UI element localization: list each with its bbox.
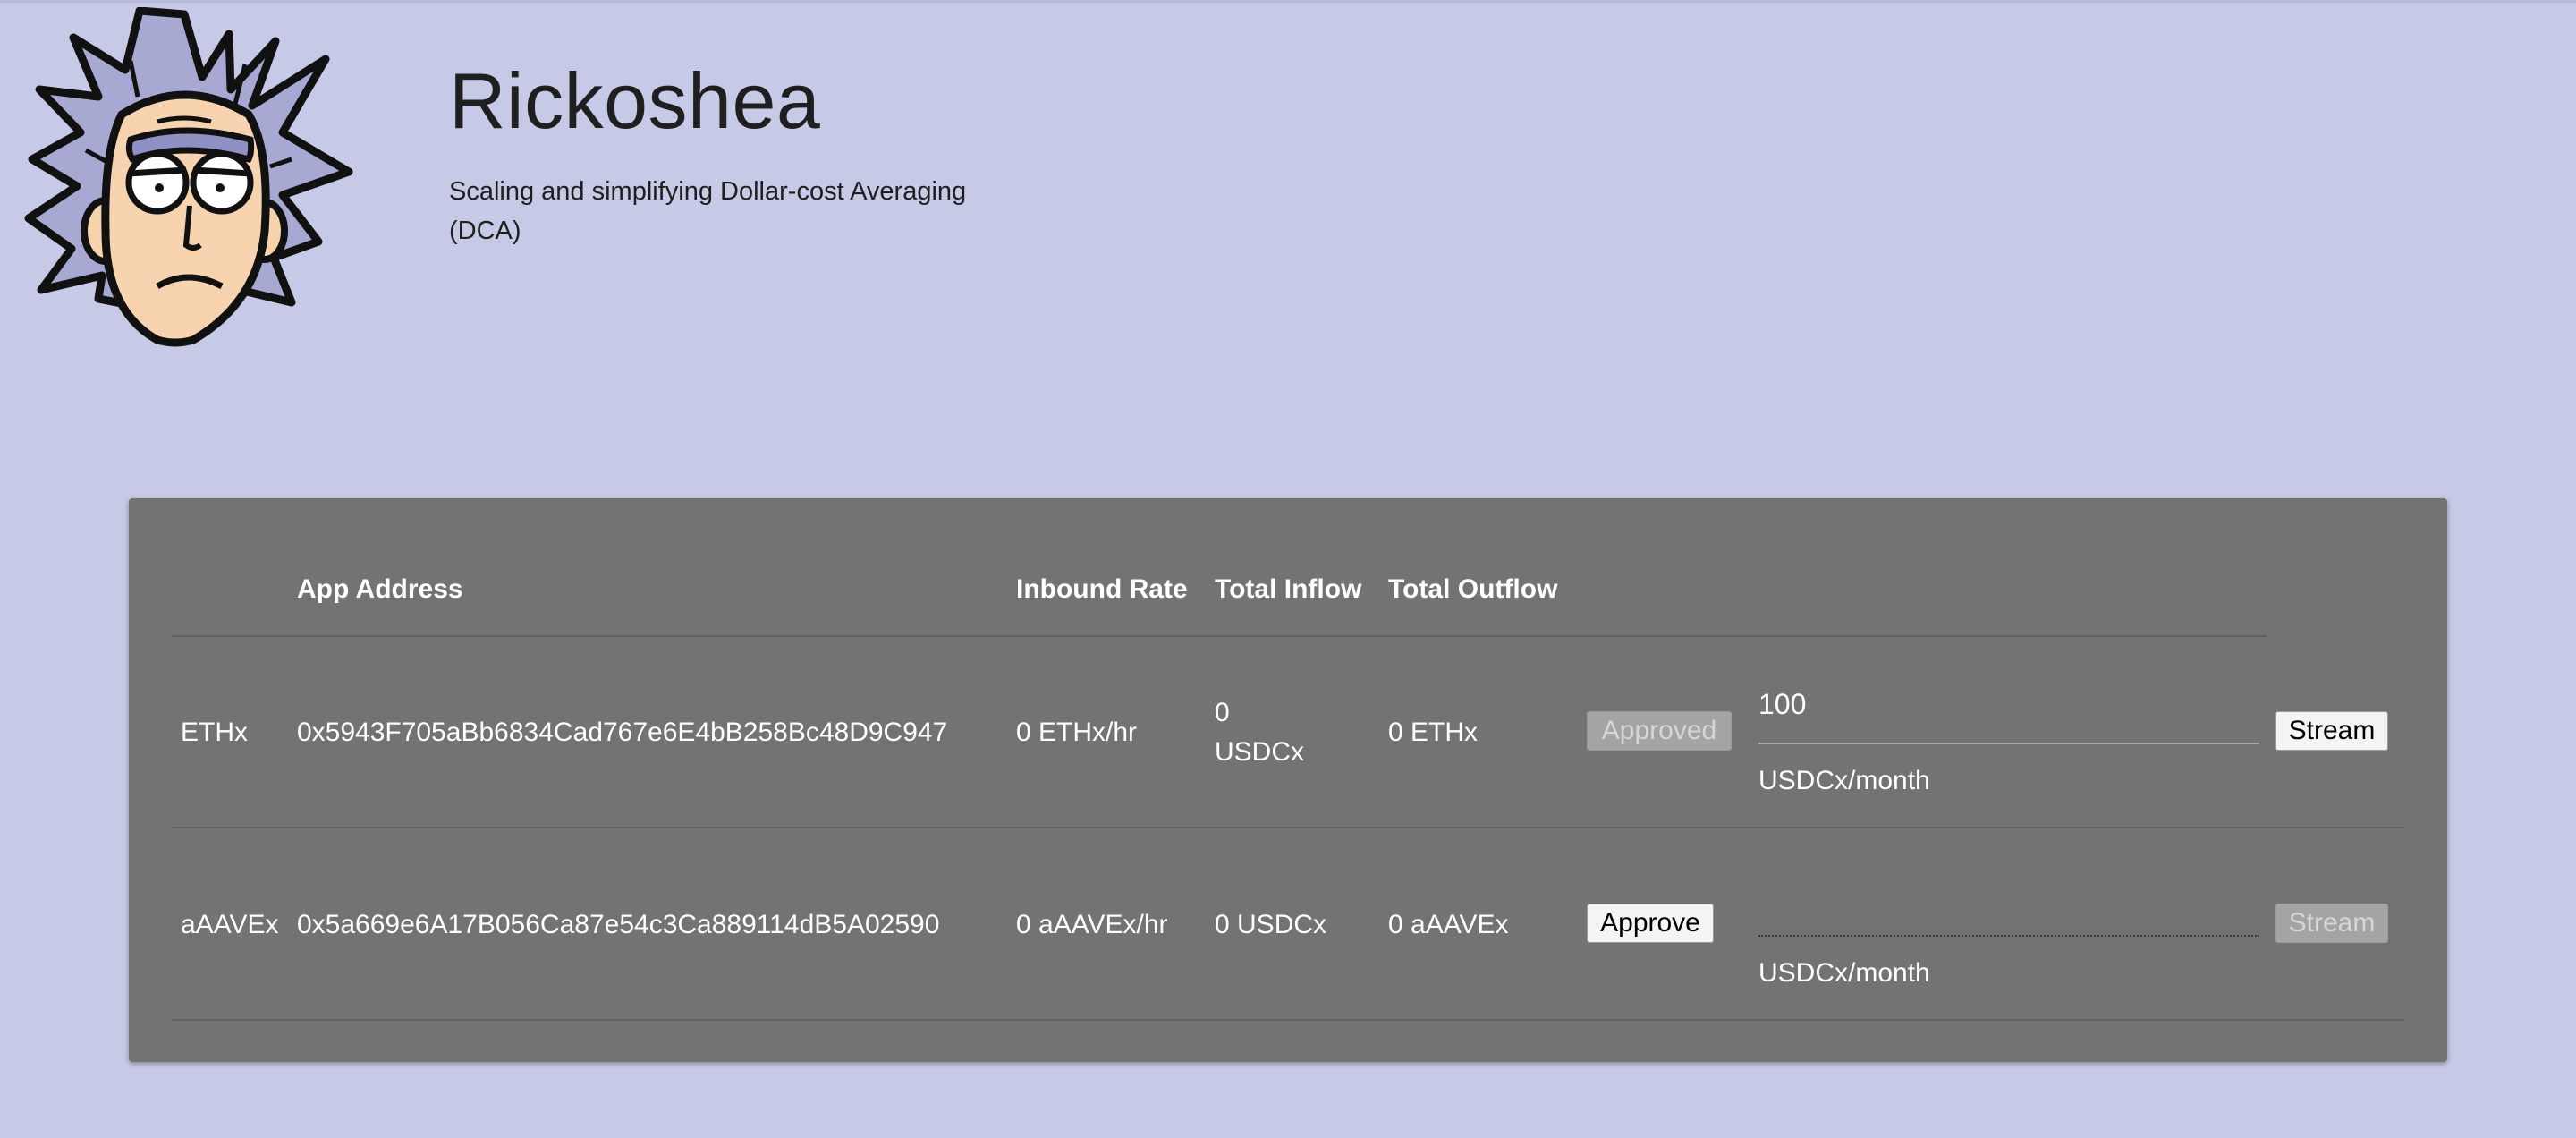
- column-header-total-outflow: Total Outflow: [1388, 574, 1558, 604]
- header-divider: [172, 635, 2267, 637]
- row-divider: [172, 827, 2404, 828]
- row-divider: [172, 1019, 2404, 1021]
- app-address: 0x5a669e6A17B056Ca87e54c3Ca889114dB5A025…: [297, 910, 940, 939]
- amount-unit-label: USDCx/month: [1758, 766, 1930, 795]
- app-subtitle: Scaling and simplifying Dollar-cost Aver…: [449, 177, 967, 245]
- approved-button[interactable]: Approved: [1587, 711, 1732, 751]
- top-border: [0, 0, 2576, 3]
- column-header-total-inflow: Total Inflow: [1215, 574, 1362, 604]
- approve-button[interactable]: Approve: [1587, 904, 1714, 943]
- token-name: ETHx: [181, 718, 248, 747]
- inbound-rate: 0 aAAVEx/hr: [1016, 910, 1168, 939]
- amount-input-underline: [1758, 743, 2259, 744]
- column-header-app-address: App Address: [297, 574, 463, 604]
- app-title: Rickoshea: [449, 56, 821, 145]
- stream-button[interactable]: Stream: [2275, 904, 2388, 943]
- app-address: 0x5943F705aBb6834Cad767e6E4bB258Bc48D9C9…: [297, 718, 948, 747]
- amount-unit-label: USDCx/month: [1758, 958, 1930, 988]
- total-outflow: 0 aAAVEx: [1388, 910, 1509, 939]
- amount-input[interactable]: [1758, 878, 2259, 917]
- column-header-inbound-rate: Inbound Rate: [1016, 574, 1188, 604]
- amount-input[interactable]: [1758, 684, 2259, 724]
- amount-input-underline: [1758, 935, 2259, 937]
- streams-table-panel: App Address Inbound Rate Total Inflow To…: [129, 498, 2447, 1062]
- total-inflow-value: 0: [1215, 698, 1230, 727]
- token-name: aAAVEx: [181, 910, 279, 939]
- total-outflow: 0 ETHx: [1388, 718, 1479, 747]
- header: Rickoshea Scaling and simplifying Dollar…: [449, 52, 1021, 251]
- stream-button[interactable]: Stream: [2275, 711, 2388, 751]
- total-inflow-unit: USDCx: [1215, 737, 1305, 767]
- total-inflow: 0 USDCx: [1215, 910, 1327, 939]
- inbound-rate: 0 ETHx/hr: [1016, 718, 1138, 747]
- rick-face-logo-icon: [24, 7, 353, 347]
